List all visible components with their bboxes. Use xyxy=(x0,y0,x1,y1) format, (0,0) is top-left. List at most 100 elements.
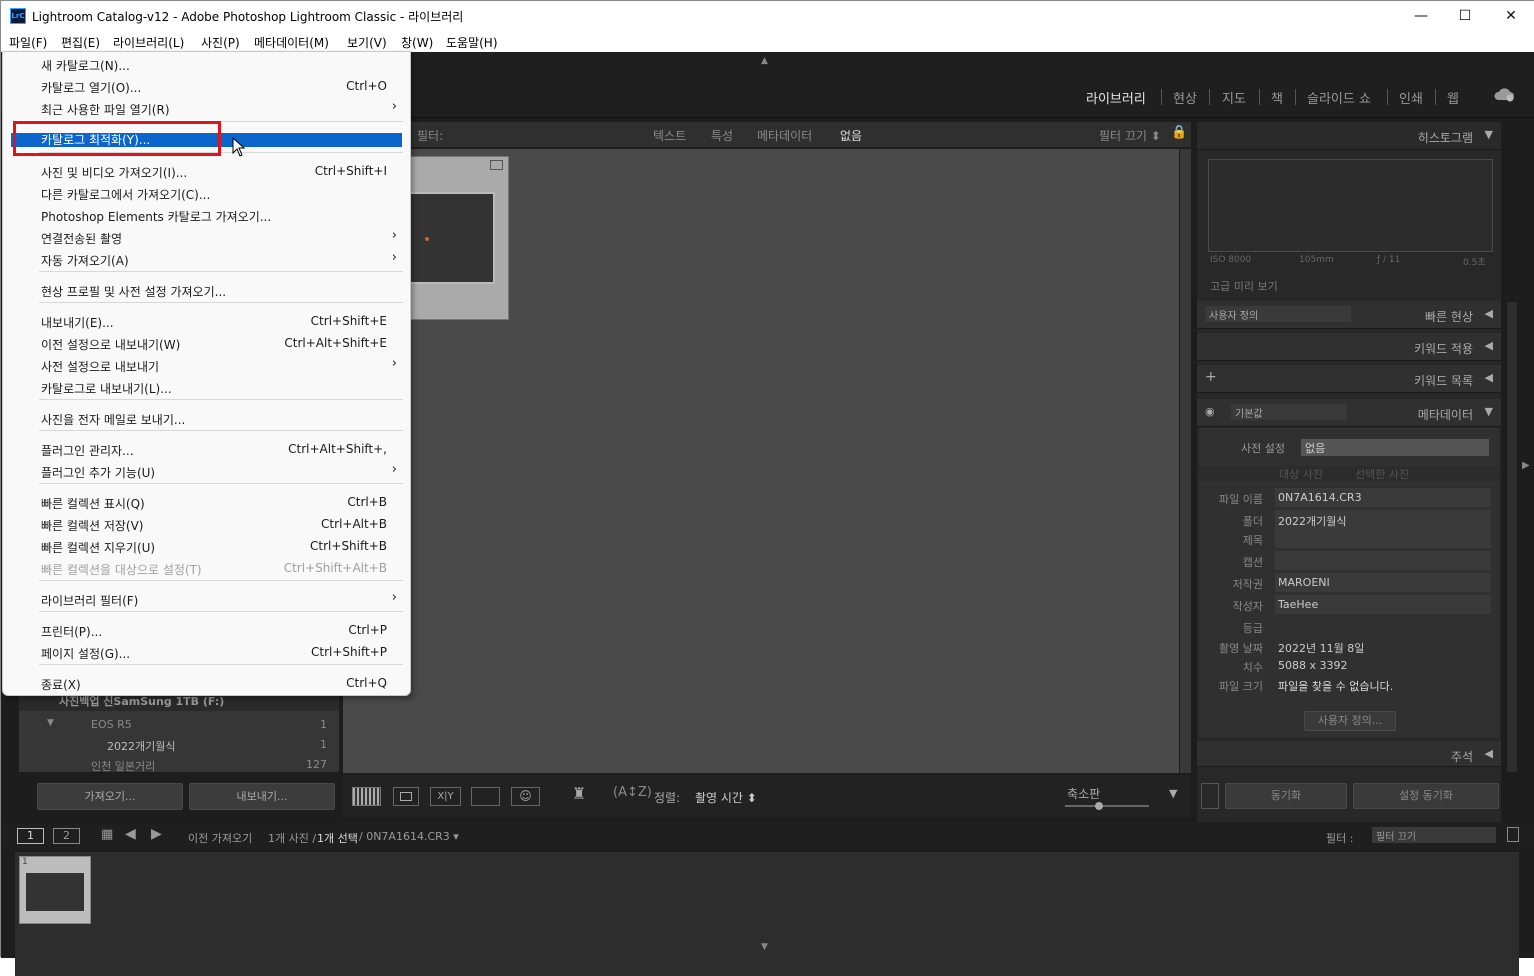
metadata-header[interactable]: ◉ 기본값 메타데이터 ▼ xyxy=(1197,399,1501,427)
import-button[interactable]: 가져오기... xyxy=(37,783,183,810)
comments-header[interactable]: 주석 ◀ xyxy=(1197,741,1501,767)
file-menu-item[interactable]: 사진을 전자 메일로 보내기... xyxy=(3,407,410,429)
customize-button[interactable]: 사용자 정의... xyxy=(1304,711,1396,731)
filename-field[interactable]: 0N7A1614.CR3 xyxy=(1275,488,1491,507)
filter-tab-metadata[interactable]: 메타데이터 xyxy=(757,127,812,144)
selected-photos-tab[interactable]: 선택한 사진 xyxy=(1355,466,1409,482)
metadata-preset-select[interactable]: 기본값 xyxy=(1231,404,1347,420)
keywording-header[interactable]: 키워드 적용 ◀ xyxy=(1197,333,1501,361)
file-menu-item[interactable]: 현상 프로필 및 사전 설정 가져오기... xyxy=(3,279,410,301)
file-menu-item[interactable]: 플러그인 추가 기능(U) › xyxy=(3,460,410,482)
eye-icon[interactable]: ◉ xyxy=(1205,405,1215,418)
keyword-list-header[interactable]: + 키워드 목록 ◀ xyxy=(1197,365,1501,393)
filter-off-toggle[interactable]: 필터 끄기 ⬍ xyxy=(1099,127,1161,144)
add-keyword-icon[interactable]: + xyxy=(1205,369,1217,385)
quick-develop-preset-select[interactable]: 사용자 정의 xyxy=(1205,306,1351,322)
preset-select[interactable]: 없음 xyxy=(1301,439,1489,456)
file-menu-item[interactable]: 자동 가져오기(A) › xyxy=(3,248,410,270)
target-photo-tab[interactable]: 대상 사진 xyxy=(1279,466,1323,482)
forward-arrow-icon[interactable]: ▶ xyxy=(151,826,162,842)
file-menu-item[interactable]: 다른 카탈로그에서 가져오기(C)... xyxy=(3,182,410,204)
survey-view-icon[interactable] xyxy=(471,787,500,806)
grid-view-icon[interactable] xyxy=(352,787,381,806)
histogram-header[interactable]: 히스토그램 ▼ xyxy=(1197,122,1501,150)
file-menu-item[interactable]: 연결전송된 촬영 › xyxy=(3,226,410,248)
file-menu-item[interactable]: 종료(X) Ctrl+Q xyxy=(3,672,410,694)
file-menu-item[interactable]: 빠른 컬렉션 저장(V) Ctrl+Alt+B xyxy=(3,513,410,535)
file-menu-item[interactable]: 카탈로그로 내보내기(L)... xyxy=(3,376,410,398)
right-panel-scrollbar[interactable] xyxy=(1507,302,1517,772)
file-menu-item[interactable]: Photoshop Elements 카탈로그 가져오기... xyxy=(3,204,410,226)
module-book[interactable]: 책 xyxy=(1271,88,1283,107)
file-menu-item[interactable]: 이전 설정으로 내보내기(W) Ctrl+Alt+Shift+E xyxy=(3,332,410,354)
grid-icon[interactable]: ▦ xyxy=(101,827,113,842)
grid-scrollbar[interactable] xyxy=(1180,149,1191,773)
filmstrip-thumbnail[interactable]: 1 xyxy=(19,856,91,924)
cloud-sync-icon[interactable] xyxy=(1493,86,1515,102)
filter-switch-icon[interactable] xyxy=(1507,827,1519,842)
title-field[interactable] xyxy=(1275,529,1491,548)
file-menu-item[interactable]: 사진 및 비디오 가져오기(I)... Ctrl+Shift+I xyxy=(3,160,410,182)
file-menu-item[interactable]: 플러그인 관리자... Ctrl+Alt+Shift+, xyxy=(3,438,410,460)
lock-icon[interactable]: 🔒 xyxy=(1171,125,1187,140)
back-arrow-icon[interactable]: ◀ xyxy=(125,826,136,842)
toolbar-options-icon[interactable]: ▼ xyxy=(1169,787,1177,800)
folder-row[interactable]: 인천 일본거리 127 xyxy=(19,755,339,775)
file-menu-item[interactable]: 새 카탈로그(N)... xyxy=(3,53,410,75)
collapse-bottom-arrow-icon[interactable]: ▼ xyxy=(761,942,768,952)
folder-row[interactable]: ▼ EOS R5 1 xyxy=(19,715,339,735)
sync-settings-button[interactable]: 설정 동기화 xyxy=(1353,783,1499,809)
maximize-button[interactable]: ☐ xyxy=(1442,1,1488,31)
file-menu-item[interactable]: 라이브러리 필터(F) › xyxy=(3,588,410,610)
filter-tab-text[interactable]: 텍스트 xyxy=(653,127,686,144)
right-panel-collapse-icon[interactable]: ▶ xyxy=(1522,460,1530,471)
folder-row[interactable]: 2022개기월식 1 xyxy=(19,735,339,755)
module-web[interactable]: 웹 xyxy=(1447,88,1459,107)
file-menu-item[interactable]: 카탈로그 열기(O)... Ctrl+O xyxy=(3,75,410,97)
menu-metadata[interactable]: 메타데이터(M) xyxy=(254,34,329,51)
photo-thumbnail[interactable] xyxy=(401,192,495,284)
primary-window-button[interactable]: 1 xyxy=(17,828,44,844)
file-menu-item[interactable]: 빠른 컬렉션 지우기(U) Ctrl+Shift+B xyxy=(3,535,410,557)
copyright-field[interactable]: MAROENI xyxy=(1275,573,1491,592)
filmstrip-filter-select[interactable]: 필터 끄기 xyxy=(1372,827,1496,843)
menu-photo[interactable]: 사진(P) xyxy=(201,34,240,51)
folder-field[interactable]: 2022개기월식 xyxy=(1275,510,1491,529)
export-button[interactable]: 내보내기... xyxy=(189,783,335,810)
compare-view-icon[interactable]: X|Y xyxy=(430,787,461,806)
sort-direction-icon[interactable]: (A↕Z) xyxy=(613,785,652,800)
sync-button[interactable]: 동기화 xyxy=(1225,783,1347,809)
menu-help[interactable]: 도움말(H) xyxy=(446,34,498,51)
sort-select[interactable]: 촬영 시간 ⬍ xyxy=(695,789,757,806)
menu-file[interactable]: 파일(F) xyxy=(9,34,47,51)
file-menu-item[interactable]: 프린터(P)... Ctrl+P xyxy=(3,619,410,641)
thumbnail-size-slider[interactable] xyxy=(1065,802,1149,810)
caption-field[interactable] xyxy=(1275,551,1491,570)
file-menu-item[interactable]: 사전 설정으로 내보내기 › xyxy=(3,354,410,376)
menu-edit[interactable]: 편집(E) xyxy=(61,34,100,51)
sync-toggle[interactable] xyxy=(1201,783,1219,809)
file-menu-item[interactable]: 최근 사용한 파일 열기(R) › xyxy=(3,97,410,119)
people-view-icon[interactable]: ☺ xyxy=(511,787,540,806)
painter-icon[interactable]: ♜ xyxy=(572,784,586,803)
close-button[interactable]: ✕ xyxy=(1488,1,1534,31)
collapse-top-arrow-icon[interactable]: ▲ xyxy=(761,56,768,66)
source-label[interactable]: 이전 가져오기 xyxy=(188,830,252,846)
module-map[interactable]: 지도 xyxy=(1222,88,1246,107)
menu-window[interactable]: 창(W) xyxy=(401,34,433,51)
current-filename[interactable]: / 0N7A1614.CR3 ▾ xyxy=(359,830,459,843)
menu-library[interactable]: 라이브러리(L) xyxy=(113,34,184,51)
rating-field[interactable] xyxy=(1275,617,1491,636)
menu-view[interactable]: 보기(V) xyxy=(347,34,387,51)
file-menu-item[interactable]: 빠른 컬렉션 표시(Q) Ctrl+B xyxy=(3,491,410,513)
secondary-window-button[interactable]: 2 xyxy=(53,828,80,844)
module-library[interactable]: 라이브러리 xyxy=(1086,88,1146,107)
minimize-button[interactable]: — xyxy=(1398,1,1444,31)
module-develop[interactable]: 현상 xyxy=(1173,88,1197,107)
quick-develop-header[interactable]: 사용자 정의 빠른 현상 ◀ xyxy=(1197,301,1501,329)
loupe-view-icon[interactable] xyxy=(393,787,419,806)
creator-field[interactable]: TaeHee xyxy=(1275,595,1491,614)
file-menu-item[interactable]: 페이지 설정(G)... Ctrl+Shift+P xyxy=(3,641,410,663)
file-menu-item[interactable]: 내보내기(E)... Ctrl+Shift+E xyxy=(3,310,410,332)
module-print[interactable]: 인쇄 xyxy=(1399,88,1423,107)
